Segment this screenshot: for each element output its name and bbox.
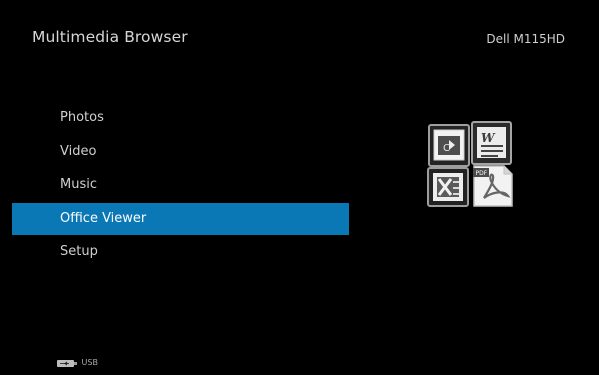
pdf-icon: PDF	[473, 165, 513, 207]
menu-item-music[interactable]: Music	[0, 169, 360, 201]
menu-item-label: Setup	[60, 244, 98, 260]
menu-item-video[interactable]: Video	[0, 136, 360, 168]
menu-item-label: Video	[60, 143, 97, 159]
powerpoint-icon: C	[428, 124, 470, 167]
main-menu: Photos Video Music Office Viewer Setup	[0, 102, 360, 270]
source-status: USB	[57, 356, 98, 370]
menu-item-photos[interactable]: Photos	[0, 102, 360, 134]
pdf-letter: PDF	[476, 170, 488, 177]
powerpoint-letter: C	[443, 143, 450, 154]
excel-icon: X	[427, 167, 469, 207]
device-name: Dell M115HD	[486, 32, 565, 46]
office-app-icons: C W X PDF	[427, 121, 513, 207]
app-title: Multimedia Browser	[32, 28, 188, 46]
menu-item-label: Music	[60, 177, 97, 193]
source-label: USB	[81, 358, 98, 367]
menu-item-office-viewer[interactable]: Office Viewer	[12, 202, 349, 235]
usb-drive-icon	[57, 359, 77, 367]
menu-item-setup[interactable]: Setup	[0, 236, 360, 268]
word-letter: W	[481, 131, 496, 145]
menu-item-label: Office Viewer	[60, 210, 147, 226]
word-icon: W	[471, 121, 512, 165]
multimedia-browser-screen: Multimedia Browser Dell M115HD Photos Vi…	[0, 0, 599, 375]
menu-item-label: Photos	[60, 110, 104, 125]
